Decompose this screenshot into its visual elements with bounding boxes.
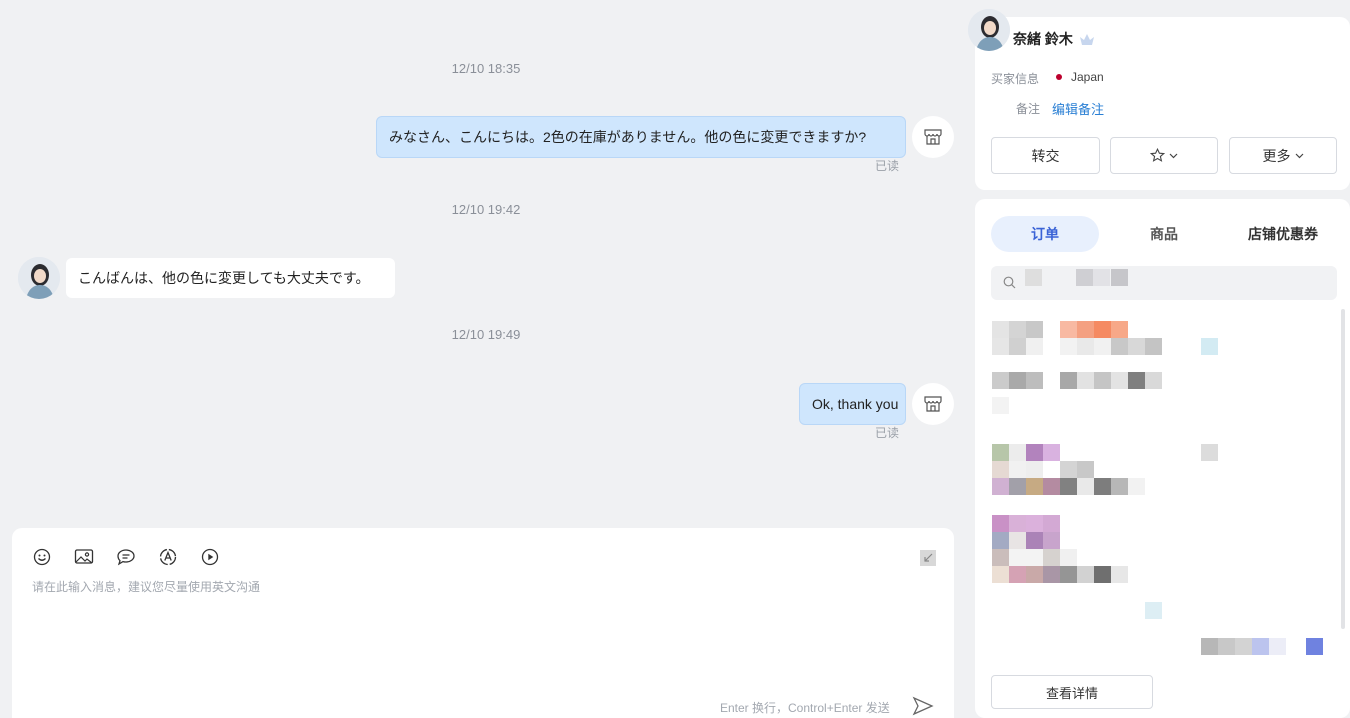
tab-coupons-label: 店铺优惠券 [1248, 226, 1318, 242]
quick-reply-icon[interactable] [116, 547, 136, 567]
note-label: 备注 [1016, 102, 1041, 116]
timestamp: 12/10 18:35 [451, 61, 521, 76]
orders-panel: 订单 商品 店铺优惠券 查看详情 [975, 199, 1350, 718]
order-list-blurred [975, 309, 1350, 669]
collapse-icon[interactable] [920, 550, 936, 566]
buyer-card: 奈緒 鈴木 买家信息 Japan 备注 编辑备注 转交 更多 [975, 17, 1350, 190]
buyer-name-row: 奈緒 鈴木 [1013, 29, 1095, 49]
transfer-label: 转交 [1031, 147, 1060, 164]
composer-toolbar [32, 547, 220, 567]
shop-icon [924, 129, 942, 145]
buyer-country: Japan [1071, 70, 1104, 84]
tab-products-label: 商品 [1150, 226, 1178, 242]
buyer-info-label: 买家信息 [991, 72, 1040, 86]
send-icon[interactable] [912, 696, 934, 718]
order-search-input[interactable] [991, 266, 1337, 300]
read-status: 已读 [875, 426, 900, 440]
tab-orders[interactable]: 订单 [991, 216, 1099, 252]
buyer-avatar[interactable] [18, 257, 60, 299]
tab-products[interactable]: 商品 [1110, 216, 1218, 252]
video-icon[interactable] [200, 547, 220, 567]
tab-orders-label: 订单 [1031, 226, 1059, 242]
emoji-icon[interactable] [32, 547, 52, 567]
timestamp: 12/10 19:42 [451, 202, 521, 217]
country-flag-dot [1056, 74, 1062, 80]
send-hint: Enter 换行，Control+Enter 发送 [720, 701, 890, 715]
search-icon [1003, 276, 1016, 289]
shop-icon [924, 396, 942, 412]
scrollbar[interactable] [1341, 309, 1345, 629]
transfer-button[interactable]: 转交 [991, 137, 1100, 174]
translate-icon[interactable] [158, 547, 178, 567]
tab-coupons[interactable]: 店铺优惠券 [1229, 216, 1337, 252]
message-input-placeholder[interactable]: 请在此输入消息，建议您尽量使用英文沟通 [32, 578, 260, 595]
view-details-label: 查看详情 [1045, 685, 1098, 701]
more-label: 更多 [1262, 147, 1291, 164]
message-composer: 请在此输入消息，建议您尽量使用英文沟通 Enter 换行，Control+Ent… [12, 528, 954, 718]
shop-avatar [912, 116, 954, 158]
message-bubble-sent: Ok, thank you [799, 383, 906, 425]
read-status: 已读 [875, 159, 900, 173]
buyer-name: 奈緒 鈴木 [1013, 31, 1073, 47]
message-bubble-sent: みなさん、こんにちは。2色の在庫がありません。他の色に変更できますか? [376, 116, 906, 158]
crown-icon [1079, 33, 1094, 45]
message-bubble-received: こんばんは、他の色に変更しても大丈夫です。 [66, 258, 395, 298]
buyer-card-avatar [968, 9, 1010, 51]
more-button[interactable]: 更多 [1229, 137, 1337, 174]
view-details-button[interactable]: 查看详情 [991, 675, 1153, 709]
shop-avatar [912, 383, 954, 425]
image-icon[interactable] [74, 547, 94, 567]
chevron-down-icon [1169, 153, 1178, 158]
timestamp: 12/10 19:49 [451, 327, 521, 342]
chevron-down-icon [1295, 153, 1303, 158]
edit-note-link[interactable]: 编辑备注 [1052, 99, 1104, 118]
favorite-button[interactable] [1110, 137, 1218, 174]
star-icon [1150, 148, 1165, 162]
